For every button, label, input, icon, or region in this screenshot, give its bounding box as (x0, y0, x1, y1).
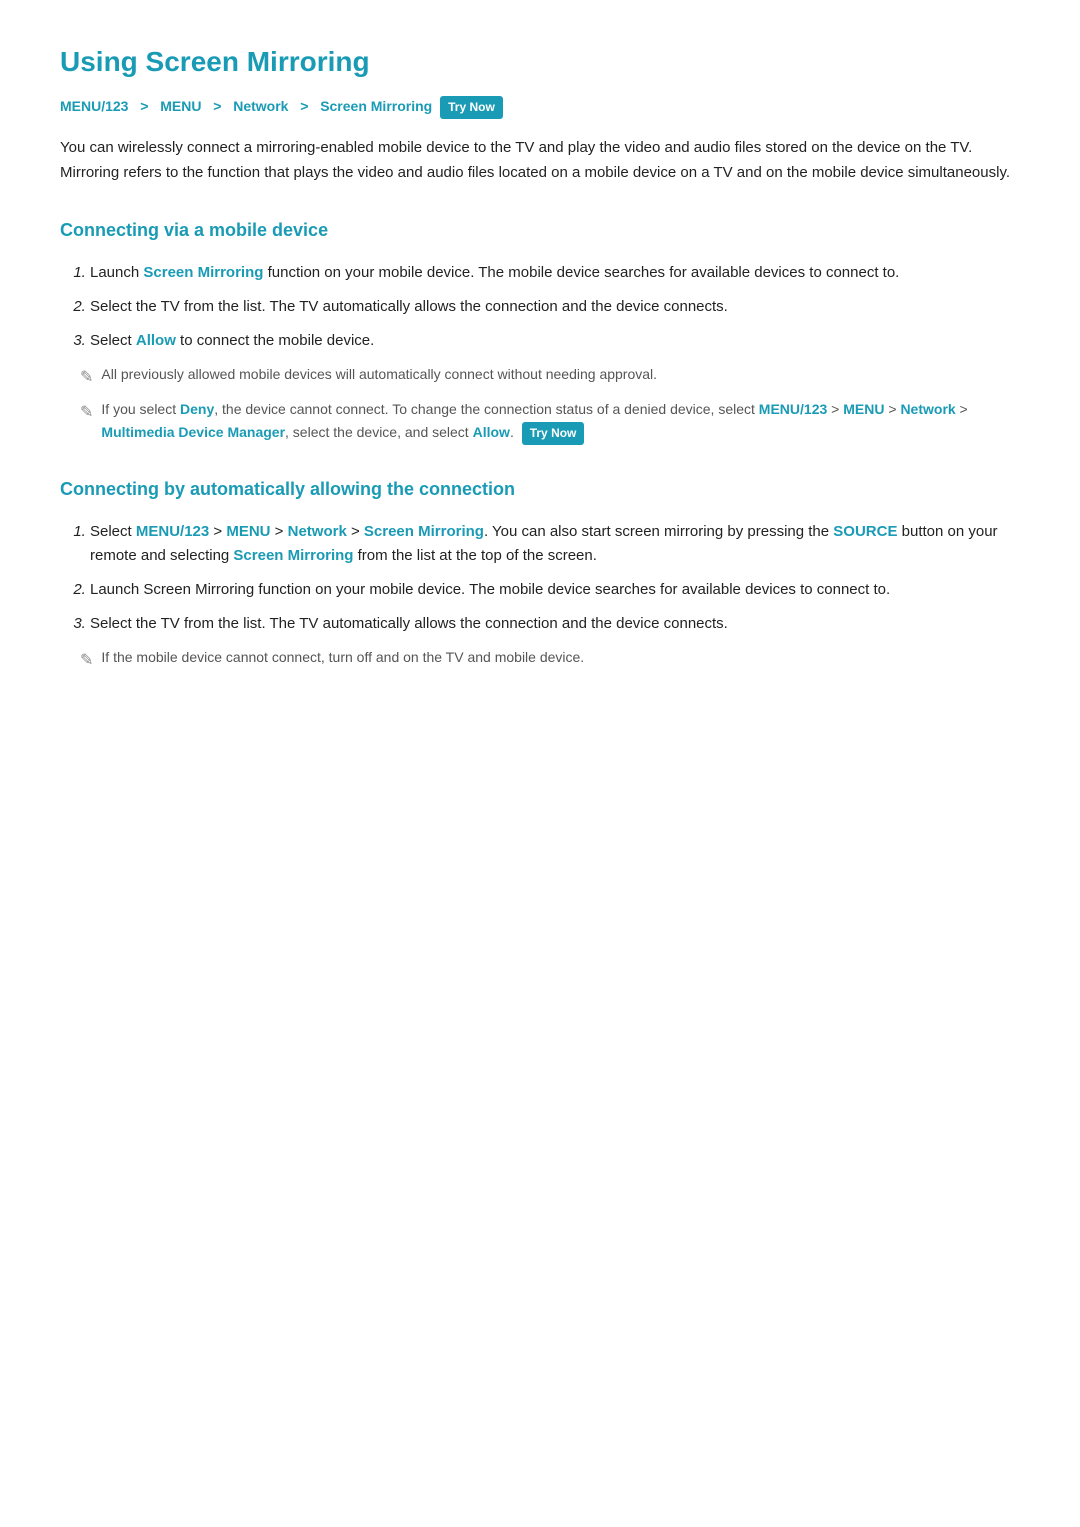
step1-1-highlight-screen-mirroring: Screen Mirroring (143, 264, 263, 281)
section1-steps: Launch Screen Mirroring function on your… (60, 261, 1020, 353)
step1-3-highlight-allow: Allow (136, 332, 176, 349)
intro-text: You can wirelessly connect a mirroring-e… (60, 135, 1020, 186)
note1-2-text: If you select Deny, the device cannot co… (101, 398, 1020, 445)
breadcrumb: MENU/123 > MENU > Network > Screen Mirro… (60, 95, 1020, 119)
note2-1-icon: ✎ (80, 648, 93, 674)
step2-1-text: Select MENU/123 > MENU > Network > Scree… (90, 523, 998, 564)
note1-2-multimedia: Multimedia Device Manager (101, 424, 285, 440)
step1-2: Select the TV from the list. The TV auto… (90, 295, 1020, 319)
section-connecting-auto: Connecting by automatically allowing the… (60, 475, 1020, 673)
step2-1-source: SOURCE (833, 523, 897, 540)
step2-1-menu: MENU (226, 523, 270, 540)
breadcrumb-item-4[interactable]: Screen Mirroring (320, 98, 432, 114)
try-now-badge-header[interactable]: Try Now (440, 96, 503, 119)
note1-2-menu123: MENU/123 (759, 401, 827, 417)
section1-title: Connecting via a mobile device (60, 216, 1020, 245)
try-now-badge-note1[interactable]: Try Now (522, 422, 585, 445)
breadcrumb-item-2[interactable]: MENU (160, 98, 201, 114)
note2-1-text: If the mobile device cannot connect, tur… (101, 646, 1020, 668)
note1-1: ✎ All previously allowed mobile devices … (80, 363, 1020, 391)
page-title: Using Screen Mirroring (60, 40, 1020, 85)
step2-3: Select the TV from the list. The TV auto… (90, 612, 1020, 636)
step2-1-menu123: MENU/123 (136, 523, 209, 540)
step2-1-network: Network (288, 523, 347, 540)
step2-1-screen-mirroring2: Screen Mirroring (233, 547, 353, 564)
breadcrumb-separator-1: > (136, 98, 152, 114)
note1-2-menu: MENU (843, 401, 884, 417)
step2-2: Launch Screen Mirroring function on your… (90, 578, 1020, 602)
note1-2-allow: Allow (473, 424, 510, 440)
note1-2-deny: Deny (180, 401, 214, 417)
section2-notes: ✎ If the mobile device cannot connect, t… (80, 646, 1020, 674)
breadcrumb-item-1[interactable]: MENU/123 (60, 98, 128, 114)
section2-title: Connecting by automatically allowing the… (60, 475, 1020, 504)
note1-2-icon: ✎ (80, 400, 93, 426)
step2-3-text: Select the TV from the list. The TV auto… (90, 615, 728, 632)
step1-1: Launch Screen Mirroring function on your… (90, 261, 1020, 285)
breadcrumb-separator-2: > (209, 98, 225, 114)
step1-3: Select Allow to connect the mobile devic… (90, 329, 1020, 353)
section2-steps: Select MENU/123 > MENU > Network > Scree… (60, 520, 1020, 636)
step2-1-screen-mirroring: Screen Mirroring (364, 523, 484, 540)
section1-notes: ✎ All previously allowed mobile devices … (80, 363, 1020, 445)
breadcrumb-separator-3: > (296, 98, 312, 114)
note1-1-icon: ✎ (80, 365, 93, 391)
note1-2-network: Network (900, 401, 955, 417)
note1-1-text: All previously allowed mobile devices wi… (101, 363, 1020, 385)
note1-2: ✎ If you select Deny, the device cannot … (80, 398, 1020, 445)
breadcrumb-item-3[interactable]: Network (233, 98, 288, 114)
step2-1: Select MENU/123 > MENU > Network > Scree… (90, 520, 1020, 568)
step1-2-text: Select the TV from the list. The TV auto… (90, 298, 728, 315)
step1-3-text: Select Allow to connect the mobile devic… (90, 332, 374, 349)
step1-1-text: Launch Screen Mirroring function on your… (90, 264, 899, 281)
step2-2-text: Launch Screen Mirroring function on your… (90, 581, 890, 598)
section-connecting-via-mobile: Connecting via a mobile device Launch Sc… (60, 216, 1020, 445)
note2-1: ✎ If the mobile device cannot connect, t… (80, 646, 1020, 674)
